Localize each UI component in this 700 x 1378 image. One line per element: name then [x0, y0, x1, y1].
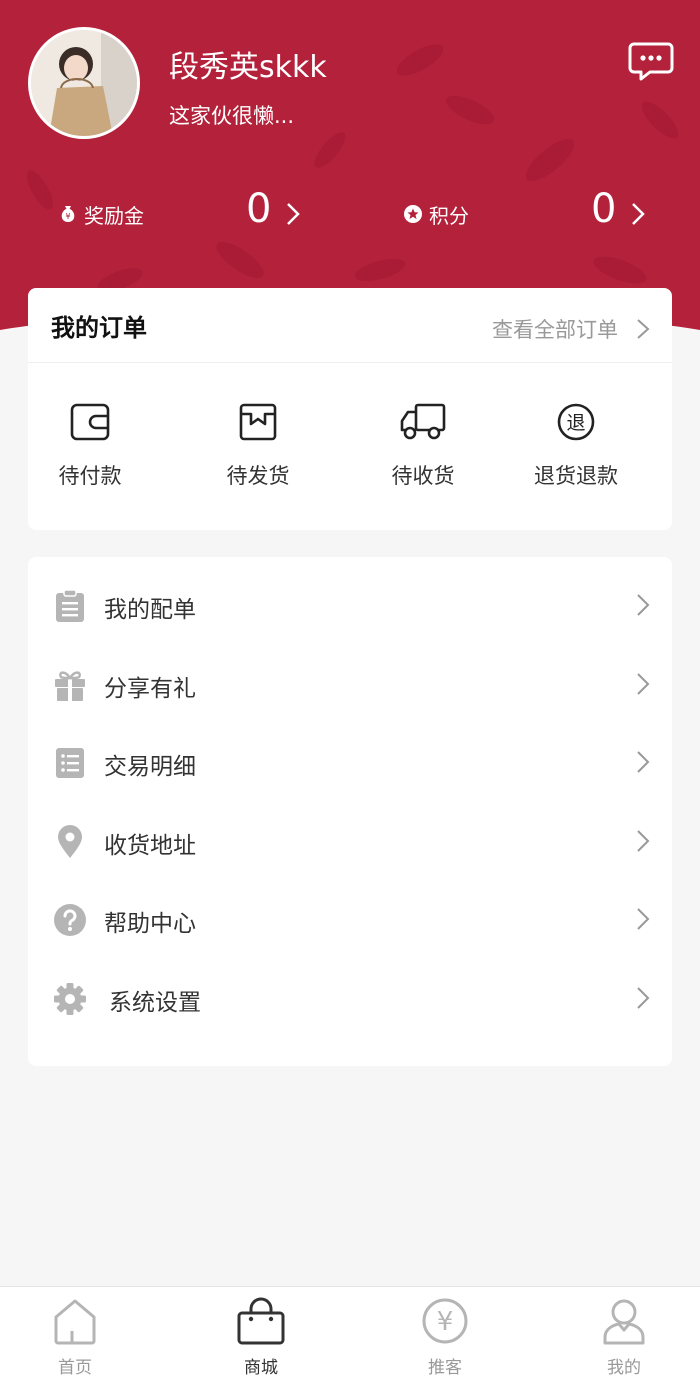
menu-item-label: 帮助中心	[104, 911, 196, 937]
wallet-icon	[70, 403, 110, 441]
order-pending-shipment[interactable]: 待发货	[188, 364, 328, 504]
menu-item-transactions[interactable]: 交易明细	[28, 724, 672, 802]
gift-icon	[55, 671, 85, 701]
menu-item-label: 系统设置	[109, 990, 201, 1016]
orders-header: 我的订单 查看全部订单	[28, 288, 672, 363]
menu-item-label: 分享有礼	[104, 676, 196, 702]
avatar[interactable]	[28, 27, 140, 139]
tab-mall[interactable]: 商城	[206, 1287, 316, 1378]
star-badge-icon	[404, 205, 422, 223]
points-stat[interactable]: 积分 0	[403, 186, 647, 240]
refund-glyph: 退	[566, 412, 585, 434]
clipboard-icon	[56, 589, 84, 622]
order-pending-payment[interactable]: 待付款	[20, 364, 160, 504]
tab-promoter[interactable]: ¥ 推客	[390, 1287, 500, 1378]
gear-icon	[54, 983, 86, 1015]
bottom-tab-bar: 首页 商城 ¥ 推客 我的	[0, 1286, 700, 1378]
view-all-orders-label: 查看全部订单	[492, 318, 618, 342]
svg-text:¥: ¥	[65, 212, 70, 221]
refund-icon: 退	[557, 403, 595, 441]
menu-item-label: 交易明细	[104, 754, 196, 780]
chevron-right-icon	[637, 830, 650, 852]
username: 段秀英skkk	[169, 50, 327, 85]
points-value: 0	[591, 186, 617, 232]
location-pin-icon	[58, 825, 82, 858]
menu-item-my-orders[interactable]: 我的配单	[28, 567, 672, 645]
shopping-bag-icon	[237, 1297, 285, 1345]
order-item-label: 待付款	[58, 464, 122, 488]
yuan-glyph: ¥	[437, 1307, 454, 1337]
tab-mine[interactable]: 我的	[569, 1287, 679, 1378]
menu-item-system-settings[interactable]: 系统设置	[28, 960, 672, 1038]
menu-item-share-gift[interactable]: 分享有礼	[28, 646, 672, 724]
message-button[interactable]	[628, 42, 674, 82]
reward-value: 0	[246, 186, 272, 232]
order-item-label: 待发货	[226, 464, 290, 488]
menu-card: 我的配单 分享有礼 交易明细 收货地址 帮助中心 系统设置	[28, 557, 672, 1066]
money-bag-icon: ¥	[61, 206, 75, 222]
reward-stat[interactable]: ¥ 奖励金 0	[58, 186, 302, 240]
help-icon	[54, 904, 86, 936]
chevron-right-icon	[637, 908, 650, 930]
reward-label: 奖励金	[84, 203, 144, 228]
tab-label: 商城	[244, 1358, 278, 1378]
menu-item-label: 我的配单	[104, 597, 196, 623]
chat-bubble-icon	[628, 42, 674, 81]
chevron-right-icon	[287, 203, 300, 225]
view-all-orders-link[interactable]: 查看全部订单	[492, 314, 650, 344]
chevron-right-icon	[637, 594, 650, 616]
chevron-right-icon	[637, 751, 650, 773]
tab-label: 推客	[428, 1358, 462, 1378]
chevron-right-icon	[637, 319, 650, 339]
user-bio: 这家伙很懒...	[169, 104, 295, 128]
order-refund[interactable]: 退 退货退款	[506, 364, 646, 504]
menu-item-label: 收货地址	[104, 833, 196, 859]
tab-home[interactable]: 首页	[20, 1287, 130, 1378]
chevron-right-icon	[637, 987, 650, 1009]
order-item-label: 待收货	[391, 464, 455, 488]
orders-card: 我的订单 查看全部订单 待付款 待发货 待收货 退 退货退款	[28, 288, 672, 530]
order-item-label: 退货退款	[534, 464, 618, 488]
yuan-coin-icon: ¥	[422, 1298, 468, 1344]
tab-label: 我的	[607, 1358, 641, 1378]
menu-item-shipping-address[interactable]: 收货地址	[28, 803, 672, 881]
chevron-right-icon	[637, 673, 650, 695]
points-label: 积分	[429, 203, 469, 228]
home-icon	[54, 1299, 96, 1345]
order-pending-receipt[interactable]: 待收货	[353, 364, 493, 504]
orders-title: 我的订单	[51, 314, 147, 342]
user-icon	[603, 1299, 645, 1345]
package-icon	[239, 403, 277, 441]
menu-item-help-center[interactable]: 帮助中心	[28, 881, 672, 959]
truck-icon	[400, 403, 446, 440]
tab-label: 首页	[58, 1358, 92, 1378]
chevron-right-icon	[632, 203, 645, 225]
avatar-image	[31, 30, 137, 136]
list-icon	[56, 748, 84, 778]
